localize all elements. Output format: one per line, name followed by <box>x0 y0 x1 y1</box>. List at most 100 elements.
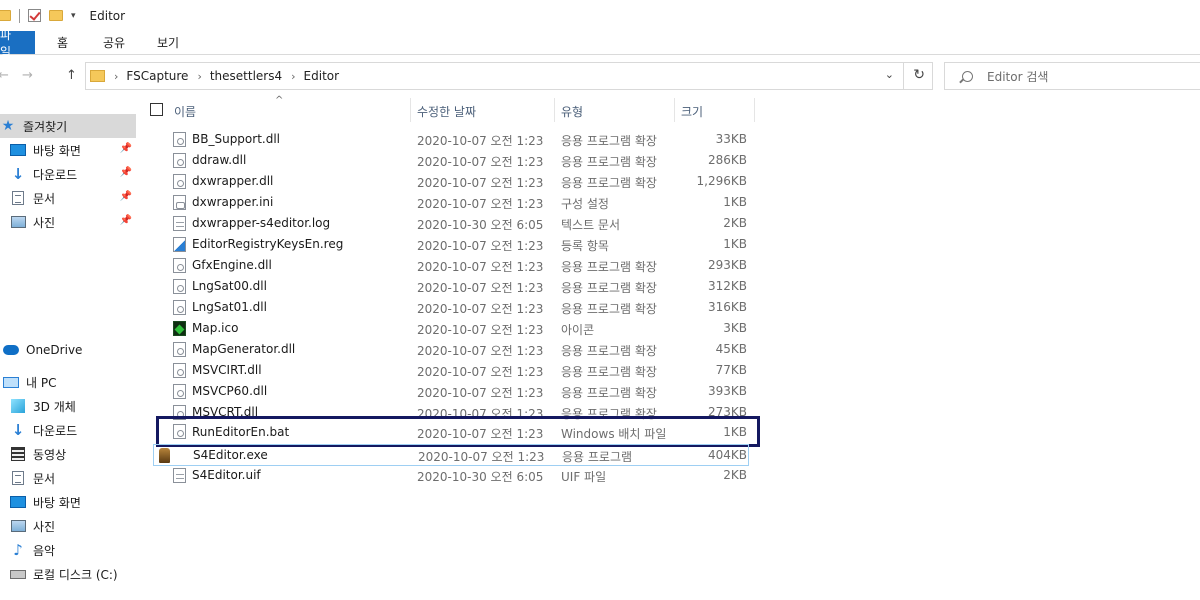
tab-share[interactable]: 공유 <box>90 31 138 54</box>
breadcrumb-separator[interactable]: › <box>114 70 118 83</box>
file-type: 응용 프로그램 확장 <box>561 176 657 190</box>
sidebar-item-this-pc[interactable]: 내 PC <box>0 370 136 394</box>
file-row[interactable]: dxwrapper.ini 2020-10-07 오전 1:23 구성 설정 1KB <box>170 192 755 213</box>
breadcrumb-editor[interactable]: Editor <box>304 69 340 83</box>
file-name: LngSat00.dll <box>192 279 267 293</box>
dll-file-icon <box>173 174 186 189</box>
file-type: 응용 프로그램 확장 <box>561 155 657 169</box>
file-name: Map.ico <box>192 321 239 335</box>
file-size: 393KB <box>707 384 747 398</box>
file-row[interactable]: GfxEngine.dll 2020-10-07 오전 1:23 응용 프로그램 확… <box>170 255 755 276</box>
column-divider[interactable] <box>410 98 411 122</box>
column-divider[interactable] <box>754 98 755 122</box>
column-header-size[interactable]: 크기 <box>681 103 703 120</box>
file-date: 2020-10-07 오전 1:23 <box>417 239 544 253</box>
properties-check-icon[interactable] <box>28 9 41 22</box>
desktop-icon <box>10 143 26 157</box>
sidebar-item-local-disk[interactable]: 로컬 디스크 (C:) <box>0 562 136 586</box>
sidebar-item-pictures-pinned[interactable]: 사진 📌 <box>0 210 136 234</box>
dll-file-icon <box>173 405 186 420</box>
file-size: 404KB <box>707 448 747 462</box>
column-header-type[interactable]: 유형 <box>561 103 583 120</box>
refresh-icon[interactable]: ↻ <box>913 67 925 83</box>
chevron-down-icon[interactable]: ⌄ <box>885 68 894 81</box>
pin-icon[interactable]: 📌 <box>120 191 132 202</box>
breadcrumb-separator[interactable]: › <box>291 70 295 83</box>
file-date: 2020-10-07 오전 1:23 <box>417 344 544 358</box>
sidebar-item-desktop[interactable]: 바탕 화면 <box>0 490 136 514</box>
breadcrumb-fscapture[interactable]: FSCapture <box>126 69 188 83</box>
folder-icon <box>90 70 105 82</box>
sidebar-item-desktop-pinned[interactable]: 바탕 화면 📌 <box>0 138 136 162</box>
forward-button[interactable]: → <box>22 68 33 83</box>
file-row[interactable]: S4Editor.exe 2020-10-07 오전 1:23 응용 프로그램 404… <box>153 444 749 466</box>
column-header-name[interactable]: 이름 <box>174 103 196 120</box>
select-all-checkbox[interactable] <box>150 103 163 116</box>
address-bar[interactable]: › FSCapture › thesettlers4 › Editor ⌄ ↻ <box>85 62 933 90</box>
music-icon: ♪ <box>13 541 23 559</box>
search-input[interactable]: Editor 검색 <box>987 68 1048 85</box>
column-header-date[interactable]: 수정한 날짜 <box>417 103 476 120</box>
pin-icon[interactable]: 📌 <box>120 167 132 178</box>
search-box[interactable]: Editor 검색 <box>944 62 1200 90</box>
file-type: 응용 프로그램 확장 <box>561 260 657 274</box>
sidebar-item-quick-access[interactable]: ★ 즐겨찾기 <box>0 114 136 138</box>
file-row[interactable]: LngSat01.dll 2020-10-07 오전 1:23 응용 프로그램 확장… <box>170 297 755 318</box>
document-icon <box>10 471 26 485</box>
file-size: 1KB <box>723 425 747 439</box>
sidebar-item-videos[interactable]: 동영상 <box>0 442 136 466</box>
file-date: 2020-10-07 오전 1:23 <box>417 386 544 400</box>
search-icon <box>962 70 973 82</box>
file-row[interactable]: MSVCIRT.dll 2020-10-07 오전 1:23 응용 프로그램 확장 7… <box>170 360 755 381</box>
file-row[interactable]: dxwrapper-s4editor.log 2020-10-30 오전 6:05… <box>170 213 755 234</box>
back-button[interactable]: ← <box>0 68 9 83</box>
file-row[interactable]: MapGenerator.dll 2020-10-07 오전 1:23 응용 프로그… <box>170 339 755 360</box>
file-date: 2020-10-30 오전 6:05 <box>417 470 544 484</box>
reg-file-icon <box>173 237 186 252</box>
pin-icon[interactable]: 📌 <box>120 215 132 226</box>
file-row[interactable]: S4Editor.uif 2020-10-30 오전 6:05 UIF 파일 2KB <box>170 465 755 486</box>
file-row[interactable]: LngSat00.dll 2020-10-07 오전 1:23 응용 프로그램 확장… <box>170 276 755 297</box>
file-row[interactable]: dxwrapper.dll 2020-10-07 오전 1:23 응용 프로그램 확… <box>170 171 755 192</box>
column-divider[interactable] <box>674 98 675 122</box>
sidebar-item-onedrive[interactable]: OneDrive <box>0 338 136 362</box>
file-type: UIF 파일 <box>561 470 607 484</box>
file-type: 응용 프로그램 확장 <box>561 386 657 400</box>
txt-file-icon <box>173 216 186 231</box>
address-divider <box>903 63 904 89</box>
video-icon <box>10 447 26 461</box>
desktop-icon <box>10 495 26 509</box>
sidebar-item-documents-pinned[interactable]: 문서 📌 <box>0 186 136 210</box>
file-size: 1,296KB <box>696 174 747 188</box>
file-size: 293KB <box>707 258 747 272</box>
breadcrumb-thesettlers4[interactable]: thesettlers4 <box>210 69 282 83</box>
file-name: MSVCP60.dll <box>192 384 268 398</box>
file-row[interactable]: MSVCP60.dll 2020-10-07 오전 1:23 응용 프로그램 확장 3… <box>170 381 755 402</box>
sidebar-item-downloads-pinned[interactable]: ↓ 다운로드 📌 <box>0 162 136 186</box>
sidebar-item-downloads[interactable]: ↓ 다운로드 <box>0 418 136 442</box>
file-row[interactable]: ddraw.dll 2020-10-07 오전 1:23 응용 프로그램 확장 286… <box>170 150 755 171</box>
sidebar-item-documents[interactable]: 문서 <box>0 466 136 490</box>
up-button[interactable]: ↑ <box>66 68 77 83</box>
sidebar-item-3d-objects[interactable]: 3D 개체 <box>0 394 136 418</box>
column-divider[interactable] <box>554 98 555 122</box>
tab-home[interactable]: 홈 <box>35 31 90 54</box>
file-size: 2KB <box>723 468 747 482</box>
tab-file[interactable]: 파일 <box>0 28 35 59</box>
tab-view[interactable]: 보기 <box>138 31 198 54</box>
customize-dropdown-icon[interactable]: ▾ <box>71 11 76 21</box>
file-name: MSVCRT.dll <box>192 405 259 419</box>
sidebar-item-pictures[interactable]: 사진 <box>0 514 136 538</box>
pin-icon[interactable]: 📌 <box>120 143 132 154</box>
document-icon <box>10 191 26 205</box>
file-type: 구성 설정 <box>561 197 609 211</box>
file-row[interactable]: EditorRegistryKeysEn.reg 2020-10-07 오전 1:… <box>170 234 755 255</box>
dll-file-icon <box>173 279 186 294</box>
file-row[interactable]: Map.ico 2020-10-07 오전 1:23 아이콘 3KB <box>170 318 755 339</box>
file-name: S4Editor.exe <box>193 448 268 462</box>
file-row[interactable]: RunEditorEn.bat 2020-10-07 오전 1:23 Windows… <box>156 416 760 447</box>
new-folder-icon[interactable] <box>49 10 63 21</box>
breadcrumb-separator[interactable]: › <box>197 70 201 83</box>
sidebar-item-music[interactable]: ♪ 음악 <box>0 538 136 562</box>
file-row[interactable]: BB_Support.dll 2020-10-07 오전 1:23 응용 프로그램 … <box>170 129 755 150</box>
